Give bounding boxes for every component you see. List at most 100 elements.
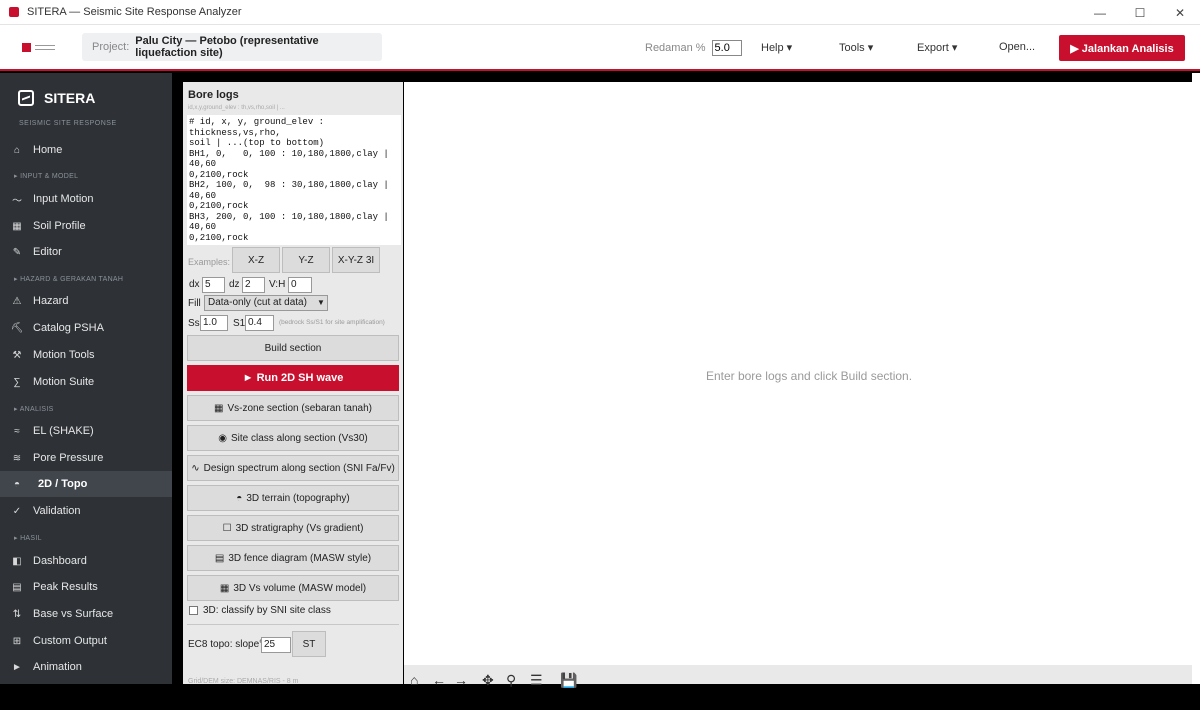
- export-menu[interactable]: Export ▾: [917, 41, 957, 54]
- back-icon[interactable]: ←: [432, 673, 446, 687]
- table-icon: ▤: [12, 581, 22, 593]
- 3d-terrain-button[interactable]: ◓ 3D terrain (topography): [187, 485, 399, 511]
- dx-label: dx: [189, 279, 200, 290]
- sidebar-item-catalog-psha[interactable]: ⛏ Catalog PSHA: [0, 315, 172, 341]
- vs-zone-section-button[interactable]: ▦ Vs-zone section (sebaran tanah): [187, 395, 399, 421]
- run-2d-sh-wave-button[interactable]: ► Run 2D SH wave: [187, 365, 399, 391]
- home-icon[interactable]: ⌂: [410, 673, 418, 687]
- grid-icon: ▦: [214, 402, 224, 414]
- fence-icon: ▤: [214, 552, 225, 564]
- examples-label: Examples:: [188, 257, 231, 267]
- minimize-button[interactable]: —: [1080, 0, 1120, 25]
- section-control-panel: Bore logs id,x,y,ground_elev : th,vs,rho…: [183, 82, 403, 685]
- app-header: Project: Palu City — Petobo (representat…: [0, 25, 1200, 71]
- save-icon[interactable]: 💾: [560, 673, 577, 687]
- sidebar-item-custom-output[interactable]: ⊞ Custom Output: [0, 628, 172, 654]
- zoom-icon[interactable]: ⚲: [506, 673, 516, 687]
- sidebar-item-peak-results[interactable]: ▤ Peak Results: [0, 574, 172, 600]
- sidebar-item-editor[interactable]: ✎ Editor: [0, 239, 172, 265]
- run-analysis-button[interactable]: ▶ Jalankan Analisis: [1059, 35, 1185, 61]
- tools-menu[interactable]: Tools ▾: [839, 41, 873, 54]
- project-label: Project:: [92, 41, 130, 53]
- sidebar: SITERA SEISMIC SITE RESPONSE ⌂ Home ▸ INP…: [0, 73, 172, 684]
- sidebar-item-input-motion[interactable]: 〜 Input Motion: [0, 186, 172, 212]
- close-button[interactable]: ✕: [1160, 0, 1200, 25]
- sidebar-item-home[interactable]: ⌂ Home: [0, 137, 172, 163]
- sidebar-item-base-vs-surface[interactable]: ⇅ Base vs Surface: [0, 601, 172, 627]
- s1-input[interactable]: 0.4: [245, 315, 274, 331]
- pencil-icon: ✎: [12, 246, 22, 258]
- damping-input[interactable]: [711, 40, 742, 56]
- vh-input[interactable]: 0: [288, 277, 312, 293]
- dx-input[interactable]: 5: [202, 277, 225, 293]
- app-icon: [9, 7, 19, 17]
- sidebar-item-validation[interactable]: ✓ Validation: [0, 498, 172, 524]
- ec8-label: EC8 topo: slope°: [188, 639, 264, 650]
- dropdown-arrow-icon: ▼: [317, 298, 325, 307]
- sidebar-item-el-shake[interactable]: ≈ EL (SHAKE): [0, 418, 172, 444]
- forward-icon[interactable]: →: [454, 673, 468, 687]
- divider: [187, 624, 399, 625]
- wave-icon: 〜: [12, 195, 22, 207]
- tools-icon: ⚒: [12, 349, 22, 361]
- check-icon: ✓: [12, 505, 22, 517]
- classify-checkbox[interactable]: [189, 606, 198, 615]
- canvas-placeholder: Enter bore logs and click Build section.: [705, 369, 913, 383]
- dashboard-icon: ◧: [12, 555, 22, 567]
- sidebar-item-motion-suite[interactable]: ∑ Motion Suite: [0, 369, 172, 395]
- classify-checkbox-row[interactable]: 3D: classify by SNI site class: [189, 605, 331, 616]
- project-selector[interactable]: Project: Palu City — Petobo (representat…: [82, 33, 382, 61]
- grid-icon: ⊞: [12, 635, 22, 647]
- project-name: Palu City — Petobo (representative lique…: [135, 35, 319, 59]
- st-button[interactable]: ST: [292, 631, 326, 657]
- open-menu[interactable]: Open...: [999, 41, 1035, 53]
- section-hazard: ▸ HAZARD & GERAKAN TANAH: [14, 276, 124, 283]
- build-section-button[interactable]: Build section: [187, 335, 399, 361]
- help-menu[interactable]: Help ▾: [761, 41, 792, 54]
- s1-label: S1: [233, 318, 246, 329]
- 3d-fence-diagram-button[interactable]: ▤ 3D fence diagram (MASW style): [187, 545, 399, 571]
- brand: SITERA: [18, 90, 95, 106]
- sidebar-item-dashboard[interactable]: ◧ Dashboard: [0, 548, 172, 574]
- header-logo: [22, 43, 55, 52]
- terrain-icon: ◓: [13, 478, 21, 490]
- section-hasil: ▸ HASIL: [14, 535, 42, 542]
- dz-input[interactable]: 2: [242, 277, 265, 293]
- bore-logs-title: Bore logs: [188, 89, 239, 101]
- configure-icon[interactable]: ☰: [530, 673, 543, 687]
- pick-icon: ⛏: [10, 322, 24, 334]
- ss-input[interactable]: 1.0: [200, 315, 228, 331]
- square-icon: ☐: [222, 522, 232, 534]
- bore-logs-hint: id,x,y,ground_elev : th,vs,rho,soil | ..…: [188, 105, 285, 111]
- example-xz-button[interactable]: X-Z: [232, 247, 280, 273]
- sidebar-item-soil-profile[interactable]: ▦ Soil Profile: [0, 213, 172, 239]
- vh-label: V:H: [269, 279, 286, 290]
- plot-canvas[interactable]: Enter bore logs and click Build section.: [404, 82, 1192, 665]
- sidebar-item-hazard[interactable]: ⚠ Hazard: [0, 288, 172, 314]
- brand-icon: [18, 90, 34, 106]
- sidebar-item-motion-tools[interactable]: ⚒ Motion Tools: [0, 342, 172, 368]
- window-titlebar: SITERA — Seismic Site Response Analyzer …: [0, 0, 1200, 25]
- maximize-button[interactable]: ☐: [1120, 0, 1160, 25]
- sidebar-item-pore-pressure[interactable]: ≋ Pore Pressure: [0, 445, 172, 471]
- 3d-stratigraphy-button[interactable]: ☐ 3D stratigraphy (Vs gradient): [187, 515, 399, 541]
- example-yz-button[interactable]: Y-Z: [282, 247, 330, 273]
- design-spectrum-button[interactable]: ∿ Design spectrum along section (SNI Fa/F…: [187, 455, 399, 481]
- 3d-vs-volume-button[interactable]: ▦ 3D Vs volume (MASW model): [187, 575, 399, 601]
- fill-select[interactable]: Data-only (cut at data) ▼: [204, 295, 328, 311]
- sidebar-item-2d-topo[interactable]: ◓ 2D / Topo: [0, 471, 172, 497]
- damping-control: Redaman %: [645, 40, 742, 56]
- brand-name: SITERA: [44, 90, 96, 106]
- target-icon: ◉: [218, 432, 227, 444]
- example-xyz-button[interactable]: X-Y-Z 3I: [332, 247, 380, 273]
- plot-toolbar: ⌂ ← → ✥ ⚲ ☰ 💾: [404, 665, 1192, 687]
- pan-icon[interactable]: ✥: [482, 673, 494, 687]
- bore-logs-textarea[interactable]: # id, x, y, ground_elev : thickness,vs,r…: [187, 115, 401, 245]
- ec8-slope-input[interactable]: 25: [261, 637, 291, 653]
- site-class-button[interactable]: ◉ Site class along section (Vs30): [187, 425, 399, 451]
- sidebar-item-animation[interactable]: ► Animation: [0, 654, 172, 680]
- brand-subtitle: SEISMIC SITE RESPONSE: [19, 120, 117, 127]
- approx-icon: ≈: [14, 425, 20, 437]
- logo-lines-icon: [35, 45, 55, 50]
- warning-icon: ⚠: [12, 295, 22, 307]
